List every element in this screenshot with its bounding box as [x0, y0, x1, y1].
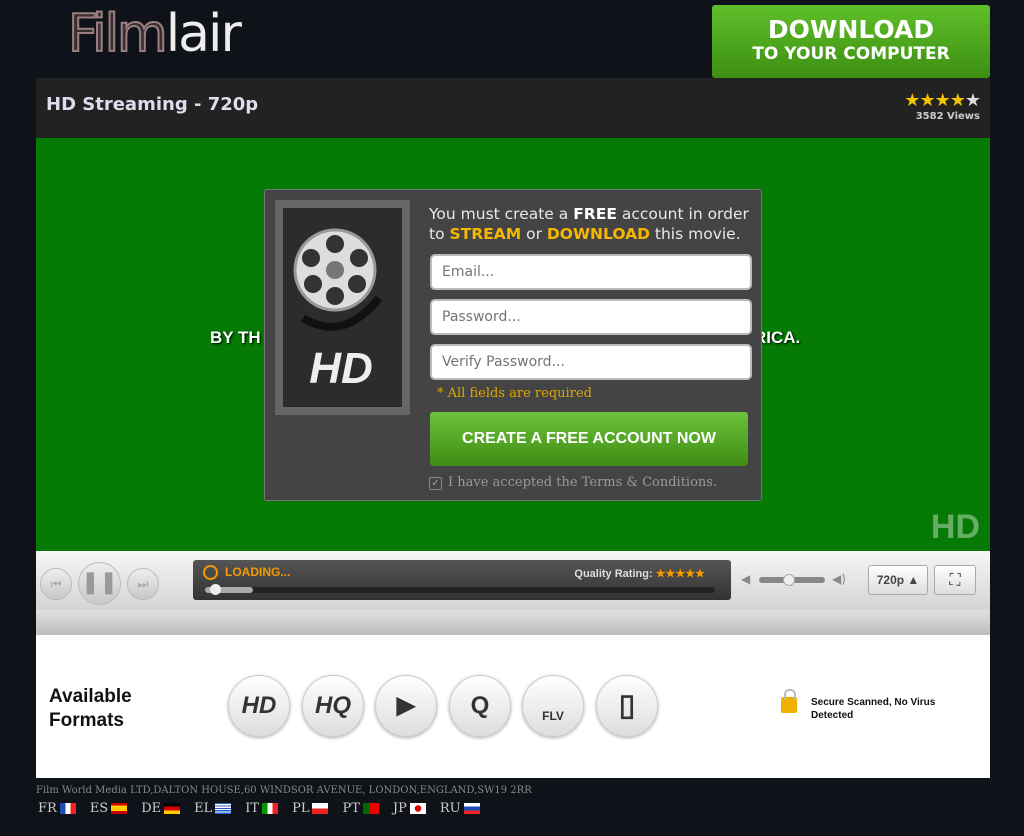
view-count: 3582 Views [915, 111, 980, 122]
film-reel-hd-image: HD [275, 200, 410, 415]
language-link-pl[interactable]: PL [292, 801, 329, 816]
language-link-es[interactable]: ES [90, 801, 128, 816]
next-button[interactable]: ⏭ [127, 568, 159, 600]
language-link-jp[interactable]: JP [393, 801, 426, 816]
hd-watermark: HD [930, 508, 980, 546]
language-link-fr[interactable]: FR [38, 801, 76, 816]
title-bar: HD Streaming - 720p ★★★★★ 3582 Views [36, 78, 990, 138]
format-mobile-icon[interactable]: ▯ [596, 675, 658, 737]
language-list: FR ES DE EL IT PL PT JP RU [38, 801, 480, 816]
progress-track[interactable] [205, 584, 715, 595]
language-link-de[interactable]: DE [141, 801, 181, 816]
format-quicktime-icon[interactable]: Q [449, 675, 511, 737]
checkbox-icon[interactable]: ✓ [429, 477, 442, 490]
volume-slider[interactable] [759, 574, 825, 586]
star-icon: ★ [934, 90, 951, 111]
progress-handle[interactable] [210, 584, 222, 595]
format-play-icon[interactable]: ▶ [375, 675, 437, 737]
loading-spinner-icon [203, 565, 218, 580]
player-controls: ⏮ ❚❚ ⏭ LOADING... Quality Rating: ★★★★★ … [36, 551, 990, 610]
download-label: DOWNLOAD [767, 15, 935, 44]
terms-checkbox[interactable]: ✓ I have accepted the Terms & Conditions. [429, 475, 717, 490]
svg-text:HD: HD [309, 344, 373, 393]
flag-jp-icon [409, 803, 426, 814]
download-sublabel: TO YOUR COMPUTER [752, 44, 950, 64]
star-icon: ★ [904, 90, 920, 111]
formats-panel: Available Formats HD HQ ▶ Q FLV ▯ Secure … [36, 635, 990, 778]
flag-pl-icon [312, 803, 329, 814]
format-hq-icon[interactable]: HQ [302, 675, 364, 737]
signup-message: You must create a FREE account in order … [429, 205, 749, 243]
flag-it-icon [262, 803, 279, 814]
verify-password-field[interactable] [430, 344, 752, 380]
logo[interactable]: Filmlair [67, 3, 242, 65]
quality-select-button[interactable]: 720p ▲ [868, 565, 928, 595]
company-address: Film World Media LTD,DALTON HOUSE,60 WIN… [36, 785, 532, 796]
page-title: HD Streaming - 720p [46, 94, 259, 115]
format-hd-icon[interactable]: HD [228, 675, 290, 737]
email-field[interactable] [430, 254, 752, 290]
fullscreen-button[interactable]: ⛶ [934, 565, 976, 595]
previous-button[interactable]: ⏮ [40, 568, 72, 600]
create-account-button[interactable]: CREATE A FREE ACCOUNT NOW [430, 412, 748, 466]
language-link-it[interactable]: IT [245, 801, 279, 816]
language-link-el[interactable]: EL [194, 801, 232, 816]
loading-bar: LOADING... Quality Rating: ★★★★★ [193, 560, 731, 600]
volume-up-icon[interactable]: ◀) [832, 572, 846, 586]
required-note: * All fields are required [437, 386, 592, 401]
star-icon: ★ [949, 90, 966, 111]
volume-handle[interactable] [783, 574, 796, 586]
download-button[interactable]: DOWNLOAD TO YOUR COMPUTER [712, 5, 990, 78]
flag-fr-icon [59, 803, 76, 814]
secure-scanned-text: Secure Scanned, No Virus Detected [811, 697, 936, 721]
flag-de-icon [164, 803, 181, 814]
flag-pt-icon [362, 803, 379, 814]
language-link-pt[interactable]: PT [342, 801, 379, 816]
subtitle-left: BY TH [210, 328, 261, 347]
pause-button[interactable]: ❚❚ [78, 562, 121, 605]
star-icon: ★ [919, 90, 935, 111]
password-field[interactable] [430, 299, 752, 335]
quality-rating: Quality Rating: ★★★★★ [574, 568, 705, 580]
lock-icon [781, 689, 797, 713]
film-reel-icon: HD [293, 228, 383, 393]
flag-es-icon [111, 803, 128, 814]
star-icon: ★ [964, 90, 981, 111]
language-link-ru[interactable]: RU [440, 801, 480, 816]
format-flv-icon[interactable]: FLV [522, 675, 584, 737]
volume-mute-icon[interactable]: ◀ [741, 572, 750, 586]
player-bottom-bar [36, 610, 990, 635]
star-rating: ★★★★★ [904, 90, 981, 111]
formats-title: Available Formats [49, 686, 132, 731]
flag-ru-icon [463, 803, 480, 814]
loading-text: LOADING... [225, 565, 291, 579]
signup-modal: HD You must create a FREE account in ord… [264, 189, 762, 501]
flag-el-icon [215, 803, 232, 814]
